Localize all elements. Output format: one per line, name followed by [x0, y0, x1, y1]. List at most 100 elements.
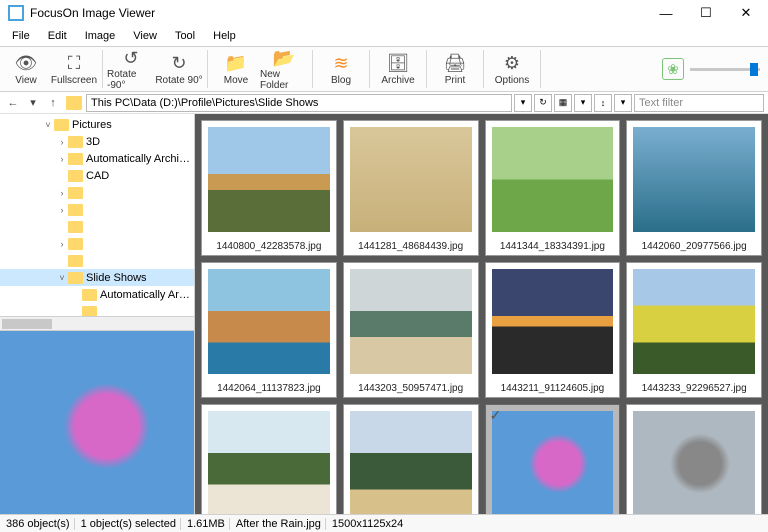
tree-row[interactable]: › Automatically Archive I	[0, 150, 194, 167]
tree-expander[interactable]: ›	[56, 205, 68, 215]
maximize-button[interactable]: ☐	[686, 0, 726, 26]
tree-expander[interactable]: ˅	[56, 273, 68, 283]
thumbnail-image	[350, 411, 472, 514]
thumbnail-pane[interactable]: 1440800_42283578.jpg 1441281_48684439.jpg…	[195, 114, 768, 514]
thumbnail-cell[interactable]: africa-beach-palms-4952.jpg	[343, 404, 479, 514]
fullscreen-button[interactable]: ⛶Fullscreen	[50, 47, 98, 91]
print-button[interactable]: 🖨Print	[431, 47, 479, 91]
menu-item-image[interactable]: Image	[77, 28, 124, 44]
gear-icon: ⚙	[504, 53, 520, 75]
new-folder-button[interactable]: 📂New Folder	[260, 47, 308, 91]
move-label: Move	[224, 75, 248, 86]
blog-button[interactable]: ≋Blog	[317, 47, 365, 91]
tree-row[interactable]	[0, 218, 194, 235]
tree-row[interactable]: ›	[0, 235, 194, 252]
nav-forward-button[interactable]: ▾	[24, 94, 42, 112]
status-count: 386 object(s)	[2, 518, 75, 530]
tree-row[interactable]: ˅Pictures	[0, 116, 194, 133]
status-selected: 1 object(s) selected	[77, 518, 181, 530]
move-button[interactable]: 📁Move	[212, 47, 260, 91]
folder-icon	[68, 187, 83, 199]
archive-button[interactable]: 🗄Archive	[374, 47, 422, 91]
minimize-button[interactable]: —	[646, 0, 686, 26]
thumbnail-name: 1440800_42283578.jpg	[202, 238, 336, 255]
thumbnail-name: 1442060_20977566.jpg	[627, 238, 761, 255]
fullscreen-label: Fullscreen	[51, 75, 97, 86]
thumbnail-cell[interactable]: 1440800_42283578.jpg	[201, 120, 337, 256]
tree-row[interactable]: ˅ Slide Shows	[0, 269, 194, 286]
tree-row[interactable]: ›	[0, 201, 194, 218]
main-area: ˅Pictures›3D›Automatically Archive ICAD›…	[0, 114, 768, 514]
folder-icon	[68, 153, 83, 165]
tree-scrollbar[interactable]	[0, 316, 194, 330]
favorite-icon[interactable]: ❀	[662, 58, 684, 80]
menu-item-edit[interactable]: Edit	[40, 28, 75, 44]
separator	[312, 50, 313, 88]
address-bar: ← ▾ ↑ This PC\Data (D:)\Profile\Pictures…	[0, 92, 768, 114]
folder-icon	[68, 255, 83, 267]
tree-label: CAD	[86, 170, 109, 182]
thumbnail-cell[interactable]: 1443203_50957471.jpg	[343, 262, 479, 398]
preview-pane	[0, 330, 194, 514]
thumbnail-cell[interactable]: 1441281_48684439.jpg	[343, 120, 479, 256]
tree-expander[interactable]: ›	[56, 239, 68, 249]
eye-icon: 👁	[15, 53, 38, 75]
menu-item-view[interactable]: View	[125, 28, 165, 44]
thumbnail-name: 1443203_50957471.jpg	[344, 380, 478, 397]
tree-expander[interactable]: ˅	[42, 120, 54, 130]
view-mode-dropdown[interactable]: ▾	[574, 94, 592, 112]
sort-dropdown[interactable]: ▾	[614, 94, 632, 112]
tree-expander[interactable]: ›	[56, 137, 68, 147]
nav-back-button[interactable]: ←	[4, 94, 22, 112]
nav-up-button[interactable]: ↑	[44, 94, 62, 112]
thumbnail-cell[interactable]: 1443426_91444846.jpg	[201, 404, 337, 514]
thumbnail-cell[interactable]: 1442060_20977566.jpg	[626, 120, 762, 256]
tree-row[interactable]: Automatically Archi	[0, 286, 194, 303]
thumbnail-image	[208, 127, 330, 232]
sort-button[interactable]: ↕	[594, 94, 612, 112]
thumbnail-cell[interactable]: After the Rain.jpg	[485, 404, 621, 514]
rotate-right-button[interactable]: ↻Rotate 90°	[155, 47, 203, 91]
rotate-right-label: Rotate 90°	[155, 75, 202, 86]
archive-label: Archive	[381, 75, 414, 86]
tree-row[interactable]: ›	[0, 184, 194, 201]
view-button[interactable]: 👁View	[2, 47, 50, 91]
tree-expander[interactable]: ›	[56, 154, 68, 164]
tree-row[interactable]: CAD	[0, 167, 194, 184]
text-filter-input[interactable]: Text filter	[634, 94, 764, 112]
rotate-left-button[interactable]: ↺Rotate -90°	[107, 47, 155, 91]
thumbnail-cell[interactable]: 1442064_11137823.jpg	[201, 262, 337, 398]
thumbnail-cell[interactable]: 1441344_18334391.jpg	[485, 120, 621, 256]
close-button[interactable]: ✕	[726, 0, 766, 26]
thumbnail-size-slider[interactable]	[690, 68, 760, 71]
view-mode-button[interactable]: ▦	[554, 94, 572, 112]
address-dropdown[interactable]: ▾	[514, 94, 532, 112]
print-label: Print	[445, 75, 466, 86]
folder-tree[interactable]: ˅Pictures›3D›Automatically Archive ICAD›…	[0, 114, 194, 316]
tree-label: Slide Shows	[86, 272, 147, 284]
refresh-button[interactable]: ↻	[534, 94, 552, 112]
menu-item-tool[interactable]: Tool	[167, 28, 203, 44]
tree-label: Automatically Archive I	[86, 153, 192, 165]
rotate-left-icon: ↺	[123, 47, 138, 69]
options-label: Options	[495, 75, 529, 86]
separator	[207, 50, 208, 88]
thumbnail-image	[208, 411, 330, 514]
options-button[interactable]: ⚙Options	[488, 47, 536, 91]
address-path-input[interactable]: This PC\Data (D:)\Profile\Pictures\Slide…	[86, 94, 512, 112]
thumbnail-cell[interactable]: After the Rain2.jpg	[626, 404, 762, 514]
tree-row[interactable]	[0, 252, 194, 269]
folder-icon	[68, 221, 83, 233]
separator	[426, 50, 427, 88]
thumbnail-name: 1443233_92296527.jpg	[627, 380, 761, 397]
tree-row[interactable]: ›3D	[0, 133, 194, 150]
tree-row[interactable]	[0, 303, 194, 316]
thumbnail-cell[interactable]: 1443211_91124605.jpg	[485, 262, 621, 398]
separator	[102, 50, 103, 88]
slider-thumb[interactable]	[750, 63, 758, 76]
tree-expander[interactable]: ›	[56, 188, 68, 198]
thumbnail-cell[interactable]: 1443233_92296527.jpg	[626, 262, 762, 398]
thumbnail-image	[350, 127, 472, 232]
menu-item-help[interactable]: Help	[205, 28, 244, 44]
menu-item-file[interactable]: File	[4, 28, 38, 44]
